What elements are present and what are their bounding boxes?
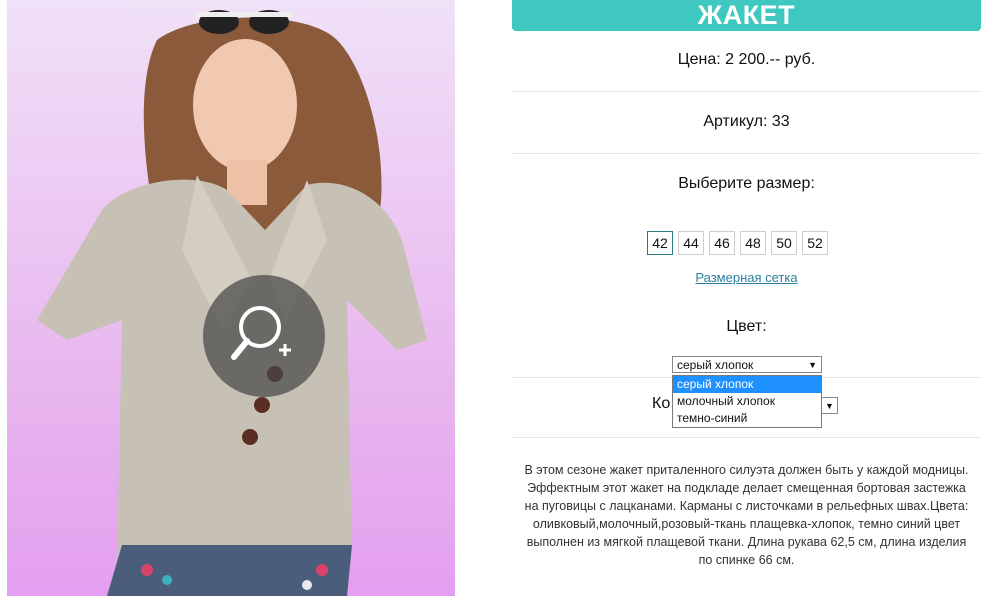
color-select-value: серый хлопок — [677, 358, 754, 372]
size-chart-link[interactable]: Размерная сетка — [512, 270, 981, 285]
divider — [512, 153, 981, 154]
size-option-50[interactable]: 50 — [771, 231, 797, 255]
divider — [512, 437, 981, 438]
size-option-46[interactable]: 46 — [709, 231, 735, 255]
product-title: ЖАКЕТ — [512, 0, 981, 31]
product-photo[interactable] — [7, 0, 455, 596]
color-option[interactable]: серый хлопок — [673, 376, 821, 393]
color-option[interactable]: молочный хлопок — [673, 393, 821, 410]
color-label: Цвет: — [726, 318, 767, 335]
color-dropdown-list: серый хлопок молочный хлопок темно-синий — [672, 375, 822, 428]
size-option-48[interactable]: 48 — [740, 231, 766, 255]
zoom-button[interactable] — [203, 275, 325, 397]
color-option[interactable]: темно-синий — [673, 410, 821, 427]
size-option-52[interactable]: 52 — [802, 231, 828, 255]
quantity-label: Ко — [652, 395, 671, 412]
chevron-down-icon: ▼ — [808, 360, 817, 370]
chevron-down-icon: ▼ — [825, 401, 834, 411]
sku: Артикул: 33 — [703, 113, 790, 130]
divider — [512, 91, 981, 92]
product-info-panel: ЖАКЕТ Цена: 2 200.-- руб. Артикул: 33 Вы… — [512, 0, 981, 596]
color-select[interactable]: серый хлопок ▼ — [672, 356, 822, 373]
quantity-select[interactable]: ▼ — [821, 397, 838, 414]
size-label: Выберите размер: — [678, 175, 815, 192]
size-option-42[interactable]: 42 — [647, 231, 673, 255]
price: Цена: 2 200.-- руб. — [677, 51, 816, 68]
size-option-44[interactable]: 44 — [678, 231, 704, 255]
zoom-in-icon — [231, 306, 291, 360]
product-description: В этом сезоне жакет приталенного силуэта… — [524, 463, 969, 567]
size-selector: 42 44 46 48 50 52 — [647, 231, 828, 255]
